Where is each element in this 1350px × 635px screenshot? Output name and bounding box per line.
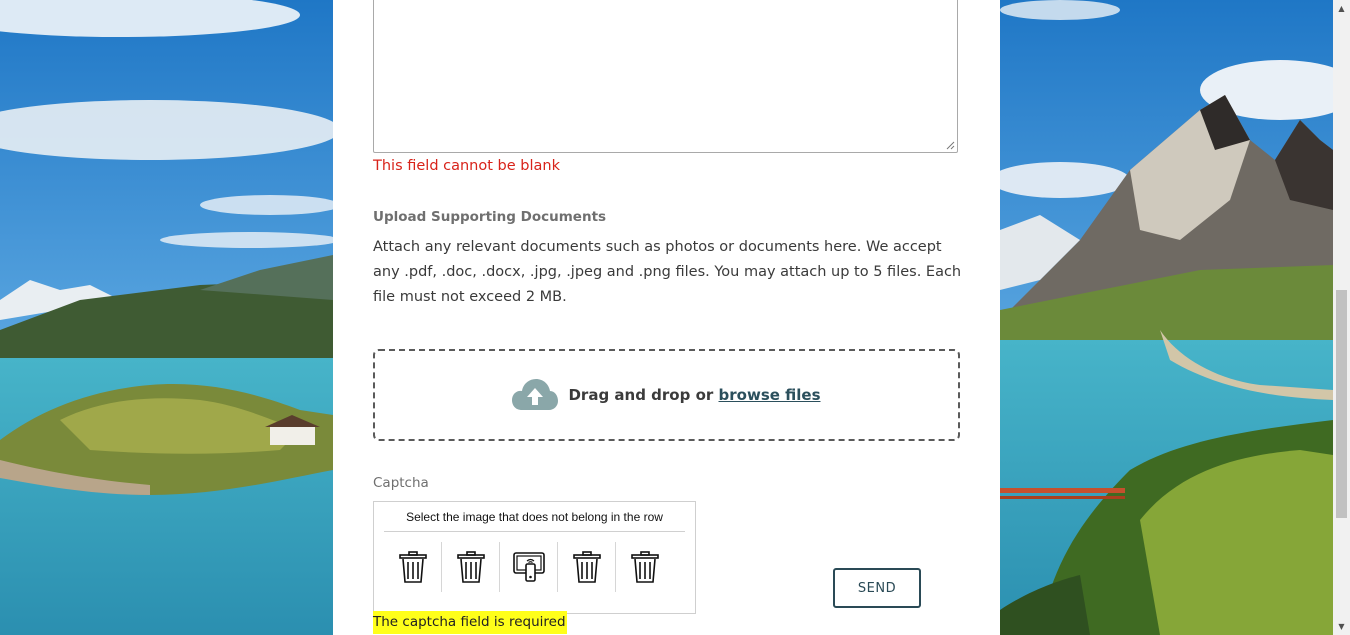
browse-files-link[interactable]: browse files — [719, 386, 821, 404]
cloud-upload-icon — [512, 379, 559, 410]
trash-icon — [398, 551, 427, 583]
trash-icon — [572, 551, 601, 583]
dropzone-text: Drag and drop or browse files — [568, 386, 820, 404]
upload-label: Upload Supporting Documents — [373, 209, 607, 225]
captcha-option-2[interactable] — [442, 542, 500, 592]
scroll-up-arrow-icon[interactable]: ▲ — [1333, 0, 1350, 17]
captcha-widget: Select the image that does not belong in… — [373, 501, 696, 614]
captcha-label: Captcha — [373, 475, 429, 491]
upload-description: Attach any relevant documents such as ph… — [373, 239, 962, 305]
drop-instruction: Drag and drop or — [568, 386, 714, 404]
resize-grip-icon[interactable] — [945, 140, 955, 150]
file-dropzone[interactable]: Drag and drop or browse files — [373, 349, 960, 441]
captcha-error: The captcha field is required — [373, 611, 567, 634]
captcha-option-3[interactable] — [500, 542, 558, 592]
message-textarea[interactable] — [373, 0, 958, 153]
scrollbar-thumb[interactable] — [1336, 290, 1347, 518]
captcha-instruction: Select the image that does not belong in… — [384, 510, 685, 532]
message-error: This field cannot be blank — [373, 158, 560, 174]
trash-icon — [630, 551, 659, 583]
send-button[interactable]: SEND — [833, 568, 921, 608]
dropzone-content: Drag and drop or browse files — [375, 351, 958, 439]
captcha-option-4[interactable] — [558, 542, 616, 592]
page-scrollbar[interactable]: ▲ ▼ — [1333, 0, 1350, 635]
trash-icon — [456, 551, 485, 583]
wireless-device-icon — [512, 552, 545, 582]
scroll-down-arrow-icon[interactable]: ▼ — [1333, 618, 1350, 635]
form-panel: This field cannot be blank Upload Suppor… — [333, 0, 1000, 635]
captcha-option-1[interactable] — [384, 542, 442, 592]
captcha-image-row — [384, 542, 673, 592]
captcha-option-5[interactable] — [616, 542, 673, 592]
